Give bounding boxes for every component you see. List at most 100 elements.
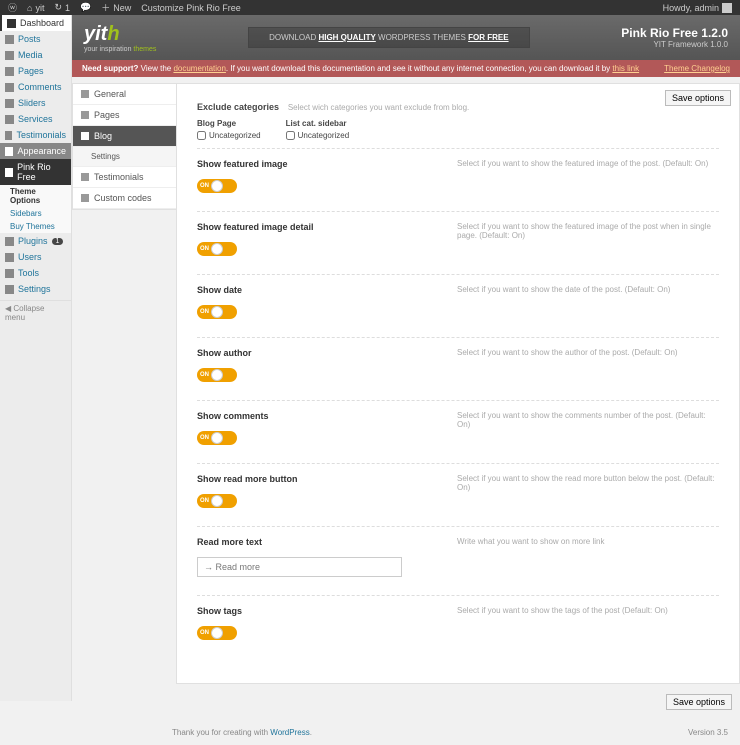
yith-logo: yith your inspiration themes [84, 23, 156, 53]
menu-settings[interactable]: Settings [0, 281, 71, 297]
tab-pages[interactable]: Pages [73, 105, 176, 126]
pages-tab-icon [81, 111, 89, 119]
sub-theme-options[interactable]: Theme Options [0, 185, 71, 207]
media-icon [5, 51, 14, 60]
collapse-menu[interactable]: ◀ Collapse menu [0, 300, 71, 325]
menu-media[interactable]: Media [0, 47, 71, 63]
toggle-title: Show date [197, 285, 457, 295]
comments-icon [5, 83, 14, 92]
list-uncat-checkbox[interactable]: Uncategorized [286, 131, 350, 140]
toggle-switch[interactable]: ON [197, 179, 237, 193]
tab-blog-settings[interactable]: Settings [73, 147, 176, 167]
toggle-section: Show comments ON Select if you want to sho… [197, 401, 719, 464]
services-icon [5, 115, 14, 124]
dashboard-icon [7, 19, 16, 28]
show-tags-toggle[interactable]: ON [197, 626, 237, 640]
exclude-categories-section: Exclude categories Select wich categorie… [197, 94, 719, 149]
menu-pink-rio[interactable]: Pink Rio Free [0, 159, 71, 185]
wordpress-link[interactable]: WordPress [270, 728, 309, 737]
changelog-link[interactable]: Theme Changelog [664, 64, 730, 73]
save-button-bottom[interactable]: Save options [666, 694, 732, 710]
general-icon [81, 90, 89, 98]
toggle-section: Show featured image detail ON Select if yo… [197, 212, 719, 275]
menu-services[interactable]: Services [0, 111, 71, 127]
support-notice: Need support? View the documentation. If… [72, 60, 740, 77]
toggle-switch[interactable]: ON [197, 368, 237, 382]
list-cat-heading: List cat. sidebar [286, 119, 350, 128]
home-icon: ⌂ [27, 3, 32, 13]
blog-icon [81, 132, 89, 140]
tools-icon [5, 269, 14, 278]
testimonials-tab-icon [81, 173, 89, 181]
menu-appearance[interactable]: Appearance [0, 143, 71, 159]
pages-icon [5, 67, 14, 76]
settings-icon [5, 285, 14, 294]
toggle-section: Show authorONSelect if you want to show … [197, 338, 719, 401]
tab-general[interactable]: General [73, 84, 176, 105]
toggle-switch[interactable]: ON [197, 494, 237, 508]
tab-custom-codes[interactable]: Custom codes [73, 188, 176, 209]
toggle-title: Show read more button [197, 474, 457, 484]
menu-comments[interactable]: Comments [0, 79, 71, 95]
admin-bar: ⓦ ⌂yit ↻ 1 💬 ＋ New Customize Pink Rio Fr… [0, 0, 740, 15]
toggle-section: Show read more button ON Select if you wan… [197, 464, 719, 527]
blog-page-heading: Blog Page [197, 119, 261, 128]
toggle-desc: Select if you want to show the author of… [457, 348, 719, 382]
customize-link[interactable]: Customize Pink Rio Free [141, 3, 241, 13]
download-link[interactable]: this link [612, 64, 639, 73]
menu-testimonials[interactable]: Testimonials [0, 127, 71, 143]
toggle-section: Show featured image ON Select if you want … [197, 149, 719, 212]
menu-tools[interactable]: Tools [0, 265, 71, 281]
toggle-title: Show featured image detail [197, 222, 457, 232]
tab-testimonials[interactable]: Testimonials [73, 167, 176, 188]
save-button-top[interactable]: Save options [665, 90, 731, 106]
settings-panel: Save options Exclude categories Select w… [176, 83, 740, 684]
toggle-desc: Select if you want to show the date of t… [457, 285, 719, 319]
new-link[interactable]: ＋ New [101, 1, 131, 14]
menu-sliders[interactable]: Sliders [0, 95, 71, 111]
panel-nav: General Pages Blog Settings Testimonials… [72, 83, 177, 210]
toggle-switch[interactable]: ON [197, 431, 237, 445]
pink-rio-icon [5, 168, 13, 177]
toggle-switch[interactable]: ON [197, 242, 237, 256]
read-more-input[interactable] [197, 557, 402, 577]
sub-sidebars[interactable]: Sidebars [0, 207, 71, 220]
footer-save-row: Save options [72, 694, 740, 710]
users-icon [5, 253, 14, 262]
read-more-text-section: Read more text Write what you want to sh… [197, 527, 719, 596]
toggle-desc: Select if you want to show the featured … [457, 159, 719, 193]
posts-icon [5, 35, 14, 44]
menu-pages[interactable]: Pages [0, 63, 71, 79]
toggle-desc: Select if you want to show the read more… [457, 474, 719, 508]
theme-banner: yith your inspiration themes DOWNLOAD HI… [72, 15, 740, 60]
promo-box[interactable]: DOWNLOAD HIGH QUALITY WORDPRESS THEMES F… [248, 27, 529, 48]
menu-plugins[interactable]: Plugins 1 [0, 233, 71, 249]
wp-version: Version 3.5 [688, 728, 728, 737]
menu-dashboard[interactable]: Dashboard [0, 15, 71, 31]
code-icon [81, 194, 89, 202]
toggle-title: Show featured image [197, 159, 457, 169]
refresh-link[interactable]: ↻ 1 [54, 2, 70, 13]
comments-link[interactable]: 💬 [80, 2, 91, 13]
documentation-link[interactable]: documentation [173, 64, 225, 73]
tab-blog[interactable]: Blog [73, 126, 176, 147]
toggle-switch[interactable]: ON [197, 305, 237, 319]
menu-users[interactable]: Users [0, 249, 71, 265]
exclude-title: Exclude categories [197, 102, 279, 112]
menu-posts[interactable]: Posts [0, 31, 71, 47]
toggle-title: Show comments [197, 411, 457, 421]
howdy-user[interactable]: Howdy, admin [663, 3, 732, 13]
toggle-desc: Select if you want to show the comments … [457, 411, 719, 445]
toggle-desc: Select if you want to show the featured … [457, 222, 719, 256]
wp-logo-icon[interactable]: ⓦ [8, 1, 17, 14]
blog-uncat-checkbox[interactable]: Uncategorized [197, 131, 261, 140]
plugins-icon [5, 237, 14, 246]
site-name[interactable]: ⌂yit [27, 3, 44, 13]
sub-buy-themes[interactable]: Buy Themes [0, 220, 71, 233]
sliders-icon [5, 99, 14, 108]
submenu-pink-rio: Theme Options Sidebars Buy Themes [0, 185, 71, 233]
avatar [722, 3, 732, 13]
show-tags-desc: Select if you want to show the tags of t… [457, 606, 719, 640]
toggle-section: Show date ON Select if you want to show th… [197, 275, 719, 338]
show-tags-section: Show tags ON Select if you want to show … [197, 596, 719, 658]
